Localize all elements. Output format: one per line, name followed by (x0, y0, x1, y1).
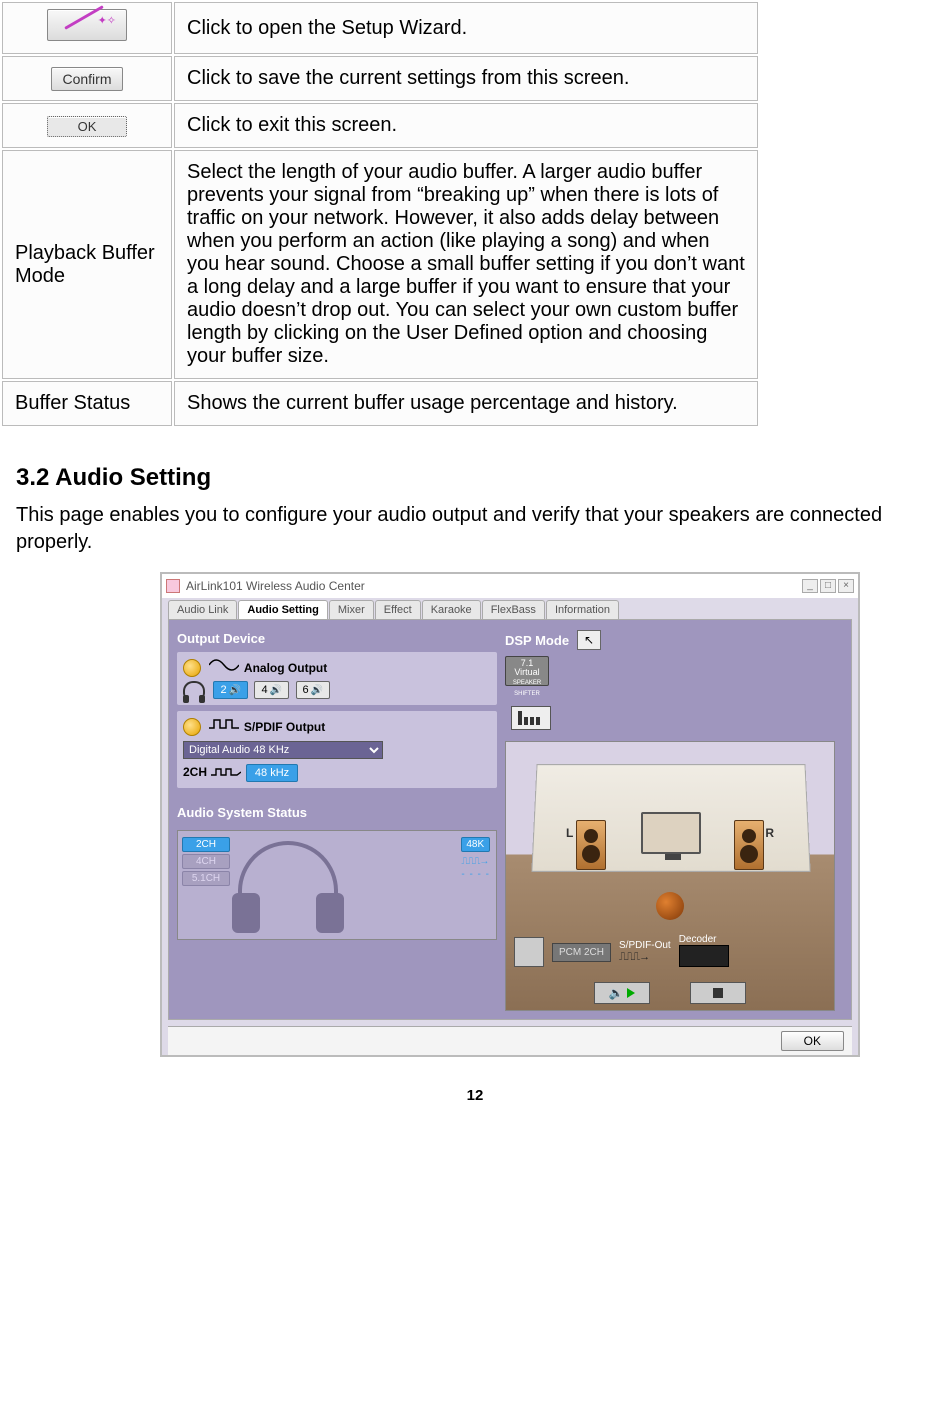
window-title: AirLink101 Wireless Audio Center (186, 579, 365, 593)
audio-status-title: Audio System Status (177, 805, 307, 820)
speaker-right-label: R (765, 826, 774, 840)
room-visualizer[interactable]: L R PCM 2CH S/PDIF-Out ⎍⎍⎍→ Decoder (505, 741, 835, 1011)
speaker-right-icon[interactable] (734, 820, 764, 870)
close-button[interactable]: × (838, 579, 854, 593)
analog-output-row: Analog Output 2🔊 4🔊 6🔊 (177, 652, 497, 705)
tab-flexbass[interactable]: FlexBass (482, 600, 545, 619)
status-dash-icon: - - - - (461, 869, 490, 880)
tab-bar: Audio Link Audio Setting Mixer Effect Ka… (162, 598, 858, 619)
equalizer-button[interactable] (511, 706, 551, 730)
spdif-select[interactable]: Digital Audio 48 KHz (183, 741, 383, 759)
tab-information[interactable]: Information (546, 600, 619, 619)
playback-label: Playback Buffer Mode (2, 150, 172, 379)
doc-table: Click to open the Setup Wizard. Confirm … (0, 0, 760, 428)
square-wave-icon-2 (211, 766, 241, 778)
tab-audio-link[interactable]: Audio Link (168, 600, 237, 619)
headphones-large-icon (238, 841, 338, 911)
status-2ch-badge: 2CH (182, 837, 230, 852)
play-triangle-icon (627, 988, 635, 998)
confirm-icon: Confirm (51, 67, 122, 91)
source-device-icon (514, 937, 544, 967)
confirm-button-cell: Confirm (2, 56, 172, 101)
tab-karaoke[interactable]: Karaoke (422, 600, 481, 619)
buffer-status-label: Buffer Status (2, 381, 172, 426)
stop-test-button[interactable] (690, 982, 746, 1004)
spdif-wave-icon: ⎍⎍⎍→ (619, 951, 649, 963)
ok-button-cell: OK (2, 103, 172, 148)
channel-2-button[interactable]: 2🔊 (213, 681, 248, 699)
status-rate-badge: 48K (461, 837, 490, 852)
decoder-label: Decoder (679, 934, 717, 945)
stop-square-icon (713, 988, 723, 998)
titlebar: AirLink101 Wireless Audio Center _ □ × (162, 574, 858, 598)
tab-mixer[interactable]: Mixer (329, 600, 374, 619)
ok-button[interactable]: OK (781, 1031, 844, 1051)
status-wave-icon: ⎍⎍⎍→ (461, 856, 490, 867)
speaker-gold-icon (183, 659, 201, 677)
speaker-left-icon[interactable] (576, 820, 606, 870)
speaker-left-label: L (566, 826, 573, 840)
playback-desc: Select the length of your audio buffer. … (174, 150, 758, 379)
spdif-output-row: S/PDIF Output Digital Audio 48 KHz 2CH 4… (177, 711, 497, 788)
ok-desc: Click to exit this screen. (174, 103, 758, 148)
footer-bar: OK (168, 1026, 852, 1055)
decoder-icon (679, 945, 729, 967)
speaker-gold-icon-2 (183, 718, 201, 736)
listener-icon[interactable] (656, 892, 684, 920)
tab-effect[interactable]: Effect (375, 600, 421, 619)
signal-chain: PCM 2CH S/PDIF-Out ⎍⎍⎍→ Decoder (514, 934, 826, 970)
spdif-rate-button[interactable]: 48 kHz (246, 764, 298, 782)
maximize-button[interactable]: □ (820, 579, 836, 593)
buffer-status-desc: Shows the current buffer usage percentag… (174, 381, 758, 426)
virtual-speaker-button[interactable]: 7.1 Virtual SPEAKER SHIFTER (505, 656, 549, 686)
status-4ch-badge: 4CH (182, 854, 230, 869)
output-device-title: Output Device (177, 631, 265, 646)
minimize-button[interactable]: _ (802, 579, 818, 593)
sine-wave-icon (209, 658, 239, 672)
speaker-small-icon: 🔈 (609, 986, 624, 1000)
app-window: AirLink101 Wireless Audio Center _ □ × A… (160, 572, 860, 1057)
dsp-expand-button[interactable]: ↖ (577, 630, 601, 650)
dsp-mode-title: DSP Mode (505, 633, 569, 648)
status-51ch-badge: 5.1CH (182, 871, 230, 886)
section-heading: 3.2 Audio Setting (16, 464, 950, 492)
ok-icon: OK (47, 116, 127, 137)
main-panel: Output Device Analog Output 2🔊 4🔊 6🔊 (168, 619, 852, 1020)
wizard-button-cell (2, 2, 172, 54)
confirm-desc: Click to save the current settings from … (174, 56, 758, 101)
channel-4-button[interactable]: 4🔊 (254, 681, 289, 699)
analog-output-label: Analog Output (244, 661, 327, 675)
page-number: 12 (0, 1087, 950, 1104)
spdif-output-label: S/PDIF Output (244, 720, 325, 734)
channel-6-button[interactable]: 6🔊 (296, 681, 331, 699)
square-wave-icon (209, 717, 239, 731)
app-icon (166, 579, 180, 593)
tv-icon (641, 812, 701, 854)
tab-audio-setting[interactable]: Audio Setting (238, 600, 328, 619)
headphones-icon[interactable] (183, 681, 205, 699)
spdif-ch-label: 2CH (183, 765, 207, 779)
spdif-out-label: S/PDIF-Out (619, 940, 671, 951)
section-intro: This page enables you to configure your … (16, 502, 940, 556)
pcm-label: PCM 2CH (552, 943, 611, 962)
wizard-icon (47, 9, 127, 41)
play-test-button[interactable]: 🔈 (594, 982, 650, 1004)
wizard-desc: Click to open the Setup Wizard. (174, 2, 758, 54)
audio-status-box: 2CH 4CH 5.1CH 48K ⎍⎍⎍→ - - - - (177, 830, 497, 940)
